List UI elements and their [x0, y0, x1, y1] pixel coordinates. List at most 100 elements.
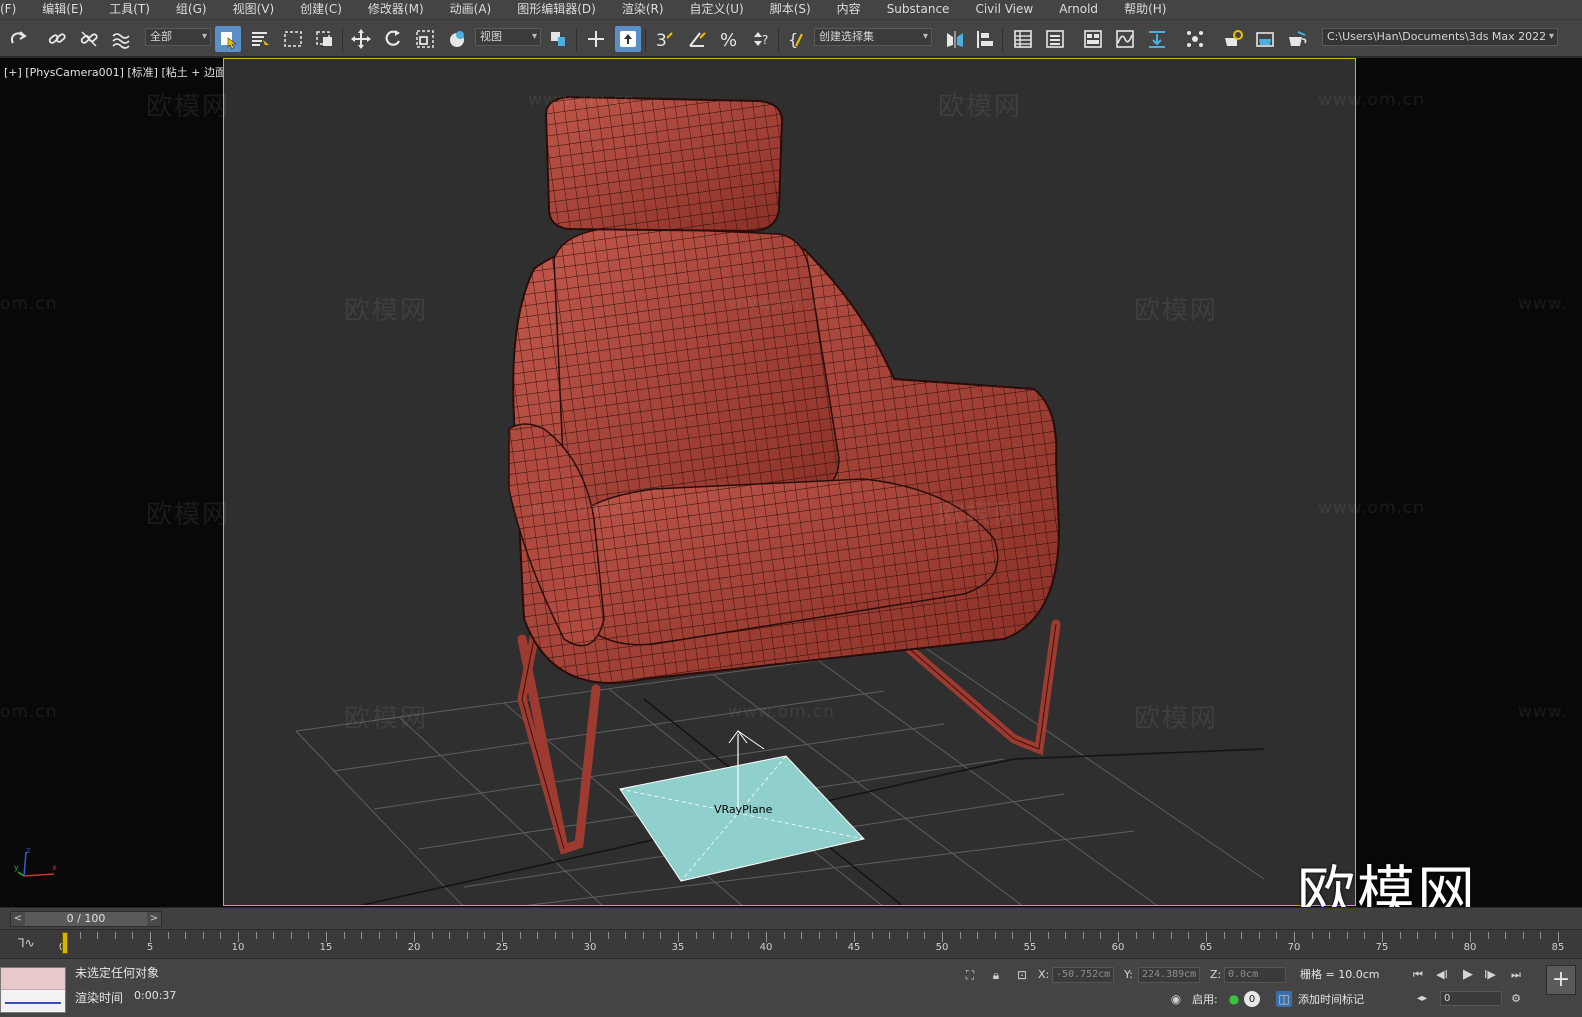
edit-named-selection-icon[interactable]: { [784, 26, 810, 52]
watermark-url-partial: om.cn [0, 294, 58, 314]
menu-item[interactable]: 渲染(R) [609, 0, 677, 19]
move-icon[interactable] [348, 26, 374, 52]
current-frame-marker[interactable] [62, 932, 68, 954]
time-slider-position: 0 / 100 [66, 912, 106, 925]
percent-snap-icon[interactable]: % [716, 26, 742, 52]
toggle-ribbon-icon[interactable] [1080, 26, 1106, 52]
bind-space-warp-icon[interactable] [108, 26, 134, 52]
render-setup-icon[interactable] [1220, 26, 1246, 52]
align-icon[interactable] [972, 26, 998, 52]
menu-item[interactable]: 视图(V) [220, 0, 288, 19]
isolate-selection-icon[interactable]: ⛶ [962, 967, 978, 983]
menu-item[interactable]: 工具(T) [96, 0, 163, 19]
curve-editor-icon[interactable] [1112, 26, 1138, 52]
time-slider-handle[interactable]: < 0 / 100 > [10, 911, 162, 927]
selection-filter-dropdown[interactable]: 全部 [145, 28, 211, 46]
track-tick [1540, 932, 1542, 939]
time-configuration-icon[interactable]: ⚙ [1506, 991, 1526, 1007]
selection-lock-icon[interactable]: 🔒︎ [988, 967, 1004, 983]
rect-selection-region-icon[interactable] [280, 26, 306, 52]
track-tick [942, 932, 943, 942]
render-production-icon[interactable] [1284, 26, 1310, 52]
add-time-tag-link[interactable]: 添加时间标记 [1298, 991, 1364, 1007]
spinner-snap-icon[interactable]: ? [748, 26, 774, 52]
schematic-view-icon[interactable] [1144, 26, 1170, 52]
layer-explorer-icon[interactable] [1042, 26, 1068, 52]
menu-item[interactable]: 编辑(E) [29, 0, 96, 19]
add-viewport-icon[interactable]: + [1546, 965, 1576, 995]
unlink-icon[interactable] [76, 26, 102, 52]
select-object-icon[interactable] [215, 26, 241, 52]
track-tick [484, 932, 486, 939]
place-icon[interactable] [444, 26, 470, 52]
track-tick [79, 932, 81, 939]
select-and-manipulate-icon[interactable] [583, 26, 609, 52]
track-tick [150, 932, 151, 942]
scene-explorer-icon[interactable] [1010, 26, 1036, 52]
track-tick [1487, 932, 1489, 939]
track-frame-label: 85 [1551, 942, 1565, 953]
current-frame-field[interactable]: 0 [1440, 991, 1502, 1006]
track-tick [167, 932, 169, 939]
next-frame-icon[interactable]: Ⅰ▶︎ [1480, 967, 1500, 983]
link-icon[interactable] [44, 26, 70, 52]
track-bar[interactable]: ⅂∿ 0510152025303540455055606570758085 [0, 929, 1582, 958]
menu-item[interactable]: Civil View [962, 0, 1046, 19]
viewport-label[interactable]: [+] [PhysCamera001] [标准] [粘土 + 边面] [4, 64, 230, 80]
menu-item[interactable]: 内容 [824, 0, 874, 19]
track-tick [783, 932, 785, 939]
menu-item[interactable]: 修改器(M) [355, 0, 437, 19]
reference-coordinate-dropdown[interactable]: 视图 [475, 28, 541, 46]
svg-text:z: z [26, 848, 30, 855]
scene-render [295, 95, 1265, 905]
select-by-name-icon[interactable] [247, 26, 273, 52]
z-coord-field[interactable]: 0.0cm [1224, 967, 1286, 983]
use-pivot-icon[interactable] [545, 26, 571, 52]
time-slider[interactable]: < 0 / 100 > [0, 907, 1582, 929]
menu-item[interactable]: 图形编辑器(D) [504, 0, 609, 19]
maxscript-listener-mini[interactable] [0, 967, 66, 1013]
next-frame-button[interactable]: > [147, 912, 161, 926]
track-tick [607, 932, 609, 939]
previous-frame-icon[interactable]: ◀︎Ⅰ [1432, 967, 1452, 983]
track-frame-label: 5 [146, 942, 154, 953]
play-icon[interactable]: ▶ [1458, 967, 1478, 983]
prev-frame-button[interactable]: < [11, 912, 25, 926]
angle-snap-icon[interactable] [684, 26, 710, 52]
x-coord-field[interactable]: -50.752cm [1052, 967, 1114, 983]
watermark-url: www.om.cn [528, 498, 636, 518]
go-to-end-icon[interactable]: ⏭ [1506, 967, 1526, 983]
key-mode-toggle-icon[interactable]: ◂▸ [1412, 991, 1432, 1007]
menu-item[interactable]: 帮助(H) [1111, 0, 1179, 19]
redo-icon[interactable] [6, 26, 32, 52]
time-tag-icon[interactable]: ◫ [1276, 991, 1292, 1007]
watermark-brand: 欧模网 [344, 704, 429, 734]
menu-item[interactable]: 自定义(U) [677, 0, 757, 19]
named-selection-set-dropdown[interactable]: 创建选择集 [814, 28, 932, 46]
menu-item[interactable]: 动画(A) [437, 0, 505, 19]
menu-item[interactable]: Substance [874, 0, 963, 19]
keyboard-shortcut-override-icon[interactable] [615, 26, 641, 52]
rotate-icon[interactable] [380, 26, 406, 52]
menu-item[interactable]: 脚本(S) [757, 0, 824, 19]
viewport-area[interactable]: [+] [PhysCamera001] [标准] [粘土 + 边面] 欧模网 w… [0, 58, 1582, 907]
project-path-dropdown[interactable]: C:\Users\Han\Documents\3ds Max 2022 [1322, 28, 1558, 46]
go-to-start-icon[interactable]: ⏮ [1408, 967, 1428, 983]
scale-icon[interactable] [412, 26, 438, 52]
absolute-mode-icon[interactable]: ⊡ [1014, 967, 1030, 983]
window-crossing-icon[interactable] [312, 26, 338, 52]
adaptive-degradation-icon[interactable]: ◉ [1168, 991, 1184, 1007]
mini-curve-editor-icon[interactable]: ⅂∿ [18, 936, 35, 950]
enable-count-badge[interactable]: 0 [1244, 991, 1260, 1007]
grid-size: 栅格 = 10.0cm [1300, 968, 1380, 981]
menu-item[interactable]: (F) [0, 0, 29, 19]
menu-item[interactable]: Arnold [1046, 0, 1111, 19]
menu-item[interactable]: 创建(C) [287, 0, 355, 19]
snaps-toggle-icon[interactable]: 3 [651, 26, 677, 52]
rendered-frame-window-icon[interactable] [1252, 26, 1278, 52]
material-editor-icon[interactable] [1182, 26, 1208, 52]
mirror-icon[interactable] [942, 26, 968, 52]
menu-item[interactable]: 组(G) [163, 0, 220, 19]
track-bar-ruler[interactable]: 0510152025303540455055606570758085 [59, 930, 1574, 959]
y-coord-field[interactable]: 224.389cm [1138, 967, 1200, 983]
